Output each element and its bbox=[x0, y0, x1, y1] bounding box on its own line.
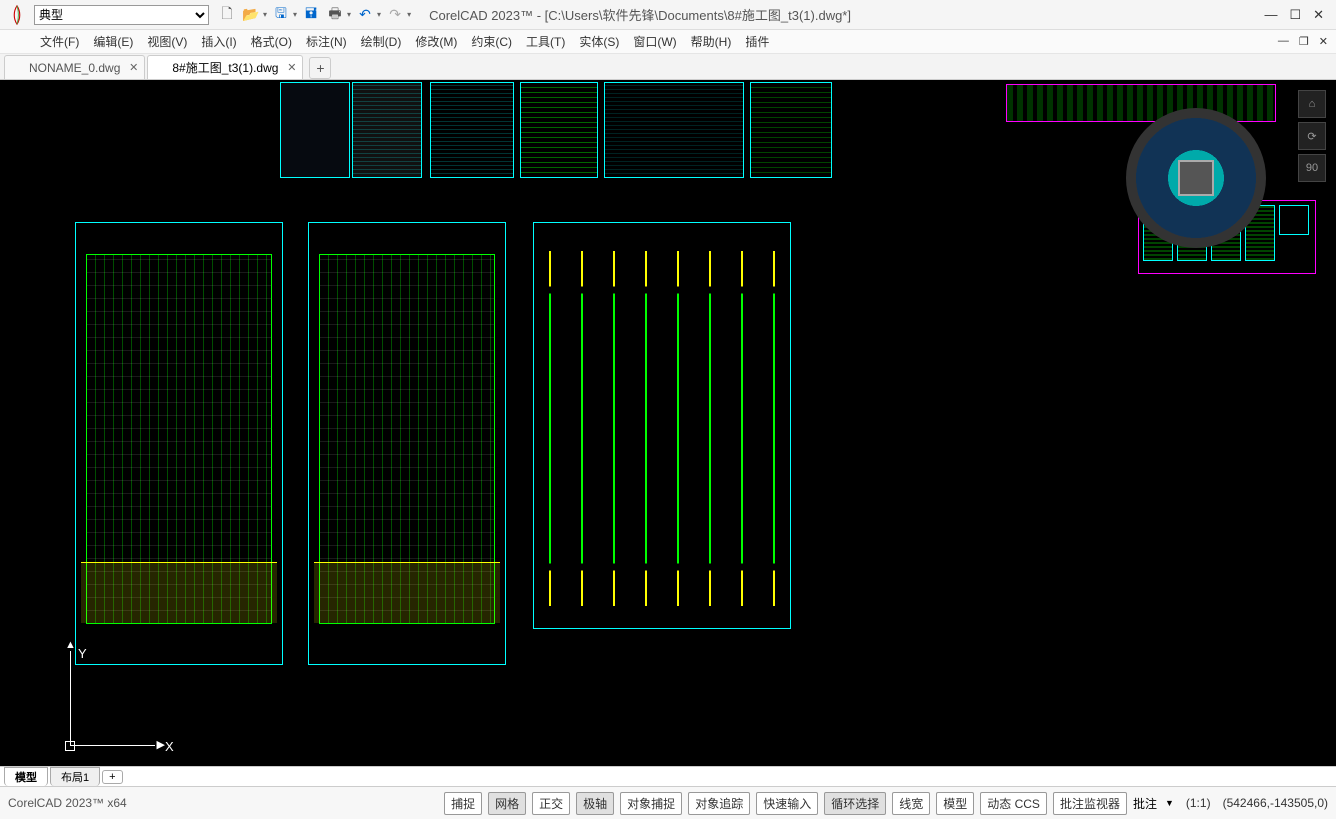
scale-label: (1:1) bbox=[1186, 796, 1211, 810]
menu-window[interactable]: 窗口(W) bbox=[633, 33, 676, 50]
menu-format[interactable]: 格式(O) bbox=[251, 33, 292, 50]
maximize-button[interactable]: ☐ bbox=[1289, 7, 1301, 23]
mdi-minimize-button[interactable]: — bbox=[1278, 35, 1289, 48]
layout-tab-model[interactable]: 模型 bbox=[4, 767, 48, 786]
mdi-restore-button[interactable]: ❐ bbox=[1299, 35, 1309, 48]
redo-icon[interactable]: ↷ bbox=[385, 5, 405, 25]
menu-constraint[interactable]: 约束(C) bbox=[471, 33, 512, 50]
elevation-sheet bbox=[308, 222, 506, 665]
add-tab-button[interactable]: + bbox=[309, 57, 331, 79]
minimize-button[interactable]: — bbox=[1264, 7, 1277, 23]
menu-modify[interactable]: 修改(M) bbox=[415, 33, 457, 50]
section-sheet bbox=[533, 222, 791, 629]
home-view-icon[interactable]: ⌂ bbox=[1298, 90, 1326, 118]
close-icon[interactable]: ✕ bbox=[287, 61, 296, 74]
status-bar: CorelCAD 2023™ x64 捕捉 网格 正交 极轴 对象捕捉 对象追踪… bbox=[0, 786, 1336, 819]
layout-tabs: 模型 布局1 + bbox=[0, 766, 1336, 786]
save-icon[interactable]: 🖬 bbox=[301, 5, 321, 25]
menu-draw[interactable]: 绘制(D) bbox=[361, 33, 402, 50]
cycle-button[interactable]: 循环选择 bbox=[824, 792, 886, 815]
annotation-dropdown[interactable]: 批注▼ bbox=[1133, 795, 1174, 812]
doc-tab-label: NONAME_0.dwg bbox=[29, 61, 120, 75]
save-all-icon[interactable]: 🖫 bbox=[271, 5, 291, 25]
close-button[interactable]: ✕ bbox=[1313, 7, 1324, 23]
rotate-view-icon[interactable]: ⟳ bbox=[1298, 122, 1326, 150]
drawing-sheet bbox=[520, 82, 598, 178]
drawing-sheet bbox=[430, 82, 514, 178]
polar-button[interactable]: 极轴 bbox=[576, 792, 614, 815]
print-icon[interactable]: 🖶 bbox=[325, 5, 345, 25]
drawing-sheet bbox=[280, 82, 350, 178]
snap-button[interactable]: 捕捉 bbox=[444, 792, 482, 815]
doc-tab-label: 8#施工图_t3(1).dwg bbox=[172, 59, 278, 76]
drawing-sheet bbox=[352, 82, 422, 178]
menu-plugin[interactable]: 插件 bbox=[745, 33, 769, 50]
ucs-x-label: X bbox=[165, 739, 174, 754]
open-file-icon[interactable]: 📂 bbox=[241, 5, 261, 25]
titlebar: 典型 🗋 📂▾ 🖫▾ 🖬 🖶▾ ↶▾ ↷▾ CorelCAD 2023™ - [… bbox=[0, 0, 1336, 30]
doc-tab-1[interactable]: 8#施工图_t3(1).dwg ✕ bbox=[147, 55, 303, 79]
menu-insert[interactable]: 插入(I) bbox=[201, 33, 236, 50]
status-app-label: CorelCAD 2023™ x64 bbox=[8, 796, 127, 810]
menu-edit[interactable]: 编辑(E) bbox=[93, 33, 133, 50]
menu-tools[interactable]: 工具(T) bbox=[526, 33, 565, 50]
coordinates-label: (542466,-143505,0) bbox=[1223, 796, 1328, 810]
elevation-sheet bbox=[75, 222, 283, 665]
dynamic-ccs-button[interactable]: 动态 CCS bbox=[980, 792, 1047, 815]
drawing-sheet bbox=[604, 82, 744, 178]
modelspace-button[interactable]: 模型 bbox=[936, 792, 974, 815]
ortho-button[interactable]: 正交 bbox=[532, 792, 570, 815]
layout-tab-layout1[interactable]: 布局1 bbox=[50, 767, 100, 786]
otrack-button[interactable]: 对象追踪 bbox=[688, 792, 750, 815]
menu-file[interactable]: 文件(F) bbox=[40, 33, 79, 50]
lineweight-button[interactable]: 线宽 bbox=[892, 792, 930, 815]
menu-dimension[interactable]: 标注(N) bbox=[306, 33, 347, 50]
close-icon[interactable]: ✕ bbox=[129, 61, 138, 74]
add-layout-button[interactable]: + bbox=[102, 770, 122, 784]
ucs-y-label: Y bbox=[78, 646, 87, 661]
window-title: CorelCAD 2023™ - [C:\Users\软件先锋\Document… bbox=[429, 5, 851, 24]
mdi-close-button[interactable]: ✕ bbox=[1319, 35, 1328, 48]
app-logo-icon bbox=[6, 4, 28, 26]
menu-solid[interactable]: 实体(S) bbox=[579, 33, 619, 50]
annotation-monitor-button[interactable]: 批注监视器 bbox=[1053, 792, 1127, 815]
qinput-button[interactable]: 快速输入 bbox=[756, 792, 818, 815]
drawing-canvas[interactable]: ⌂ ⟳ 90 Y X bbox=[0, 80, 1336, 766]
north-angle-label[interactable]: 90 bbox=[1298, 154, 1326, 182]
menu-view[interactable]: 视图(V) bbox=[147, 33, 187, 50]
doc-tab-0[interactable]: NONAME_0.dwg ✕ bbox=[4, 55, 145, 79]
menu-help[interactable]: 帮助(H) bbox=[691, 33, 732, 50]
menu-bar: 文件(F) 编辑(E) 视图(V) 插入(I) 格式(O) 标注(N) 绘制(D… bbox=[0, 30, 1336, 54]
document-tabs: NONAME_0.dwg ✕ 8#施工图_t3(1).dwg ✕ + bbox=[0, 54, 1336, 80]
grid-button[interactable]: 网格 bbox=[488, 792, 526, 815]
view-cube[interactable] bbox=[1116, 98, 1276, 258]
new-file-icon[interactable]: 🗋 bbox=[217, 5, 237, 25]
drawing-sheet bbox=[750, 82, 832, 178]
view-tools: ⌂ ⟳ 90 bbox=[1298, 90, 1326, 182]
quick-toolbar: 🗋 📂▾ 🖫▾ 🖬 🖶▾ ↶▾ ↷▾ bbox=[217, 5, 411, 25]
undo-icon[interactable]: ↶ bbox=[355, 5, 375, 25]
osnap-button[interactable]: 对象捕捉 bbox=[620, 792, 682, 815]
layer-style-select[interactable]: 典型 bbox=[34, 5, 209, 25]
